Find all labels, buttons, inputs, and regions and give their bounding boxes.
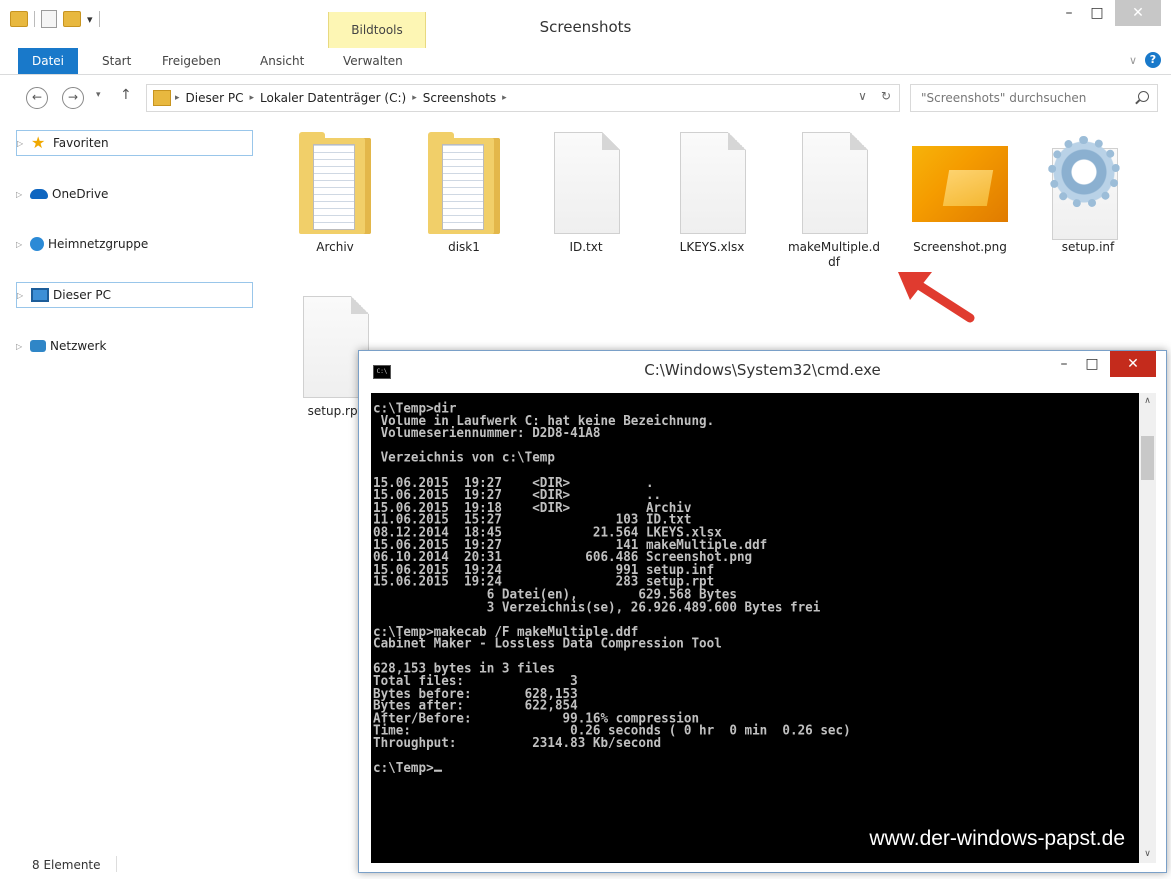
document-icon <box>554 132 620 234</box>
file-item[interactable]: Screenshot.png <box>912 124 1008 255</box>
network-icon <box>30 340 46 352</box>
address-bar[interactable]: ▸ Dieser PC ▸ Lokaler Datenträger (C:) ▸… <box>146 84 900 112</box>
window-controls: – □ ✕ <box>1055 0 1161 26</box>
maximize-button[interactable]: □ <box>1083 0 1111 26</box>
file-item[interactable]: LKEYS.xlsx <box>664 124 760 255</box>
sidebar-item-heimnetzgruppe[interactable]: ▷ Heimnetzgruppe <box>16 232 251 256</box>
ribbon-right: ∨ ? <box>1129 52 1161 68</box>
sidebar-item-favoriten[interactable]: ▷ ★ Favoriten <box>16 130 253 156</box>
settings-gear-icon <box>1048 136 1120 208</box>
file-name: setup.inf <box>1061 240 1115 254</box>
file-name: makeMultiple.ddf <box>787 240 881 269</box>
maximize-button[interactable]: □ <box>1078 351 1106 377</box>
minimize-button[interactable]: – <box>1050 351 1078 377</box>
cmd-window-controls: – □ ✕ <box>1050 351 1156 377</box>
red-arrow-annotation-icon <box>898 272 975 323</box>
file-item[interactable]: makeMultiple.ddf <box>786 124 882 270</box>
ribbon-tabs: Datei Start Freigeben Ansicht Verwalten … <box>0 48 1171 75</box>
breadcrumb-separator[interactable]: ▸ <box>412 85 417 111</box>
watermark-text: www.der-windows-papst.de <box>869 827 1125 850</box>
status-bar: 8 Elemente <box>32 856 117 872</box>
breadcrumb-screenshots[interactable]: Screenshots <box>423 85 496 111</box>
file-item[interactable]: disk1 <box>416 124 512 255</box>
recent-locations-icon[interactable]: ▾ <box>96 90 101 100</box>
scroll-thumb[interactable] <box>1141 436 1154 480</box>
close-button[interactable]: ✕ <box>1110 351 1156 377</box>
file-item[interactable]: ID.txt <box>538 124 634 255</box>
console-lines: c:\Temp>dir Volume in Laufwerk C: hat ke… <box>373 399 851 751</box>
breadcrumb-lokaler-datentraeger[interactable]: Lokaler Datenträger (C:) <box>260 85 406 111</box>
tab-datei[interactable]: Datei <box>18 48 78 74</box>
breadcrumb-separator[interactable]: ▸ <box>250 85 255 111</box>
expand-icon[interactable]: ▷ <box>16 240 26 249</box>
explorer-titlebar: ▾ Bildtools Screenshots – □ ✕ <box>0 0 1171 48</box>
file-name: Archiv <box>316 240 354 254</box>
forward-button[interactable]: → <box>62 87 84 109</box>
vertical-scrollbar[interactable]: ∧ ∨ <box>1139 393 1156 863</box>
search-placeholder: "Screenshots" durchsuchen <box>921 91 1087 105</box>
file-item[interactable]: setup.inf <box>1040 124 1136 255</box>
expand-ribbon-icon[interactable]: ∨ <box>1129 54 1137 67</box>
cmd-window-title: C:\Windows\System32\cmd.exe <box>644 361 881 379</box>
back-button[interactable]: ← <box>26 87 48 109</box>
tab-verwalten[interactable]: Verwalten <box>343 48 403 74</box>
expand-icon[interactable]: ▷ <box>16 190 26 199</box>
help-icon[interactable]: ? <box>1145 52 1161 68</box>
cmd-window: C:\ C:\Windows\System32\cmd.exe – □ ✕ c:… <box>358 350 1167 873</box>
document-icon <box>680 132 746 234</box>
address-dropdown-icon[interactable]: ∨ <box>858 89 867 103</box>
tab-start[interactable]: Start <box>102 48 131 74</box>
homegroup-icon <box>30 237 44 251</box>
breadcrumb: ▸ Dieser PC ▸ Lokaler Datenträger (C:) ▸… <box>175 85 507 111</box>
sidebar-item-label: Heimnetzgruppe <box>48 237 149 251</box>
window-title: Screenshots <box>539 18 632 36</box>
sidebar-item-label: OneDrive <box>52 187 109 201</box>
refresh-icon[interactable]: ↻ <box>881 89 891 103</box>
up-button[interactable]: ↑ <box>120 87 132 103</box>
sidebar-item-onedrive[interactable]: ▷ OneDrive <box>16 182 251 206</box>
sidebar-item-netzwerk[interactable]: ▷ Netzwerk <box>16 334 251 358</box>
console-output[interactable]: c:\Temp>dir Volume in Laufwerk C: hat ke… <box>371 393 1141 863</box>
scroll-up-icon[interactable]: ∧ <box>1139 393 1156 410</box>
close-button[interactable]: ✕ <box>1115 0 1161 26</box>
breadcrumb-separator[interactable]: ▸ <box>502 85 507 111</box>
file-name: Screenshot.png <box>913 240 1007 254</box>
folder-icon <box>299 132 371 234</box>
file-name: disk1 <box>448 240 480 254</box>
folder-icon <box>153 90 171 106</box>
star-icon: ★ <box>31 133 46 152</box>
image-thumbnail-icon <box>912 146 1008 222</box>
search-icon[interactable] <box>1138 91 1149 102</box>
tab-ansicht[interactable]: Ansicht <box>260 48 304 74</box>
sidebar-item-label: Dieser PC <box>53 288 111 302</box>
sidebar-item-label: Favoriten <box>53 136 109 150</box>
address-row: ← → ▾ ↑ ▸ Dieser PC ▸ Lokaler Datenträge… <box>0 77 1171 117</box>
document-icon <box>802 132 868 234</box>
breadcrumb-separator[interactable]: ▸ <box>175 85 180 111</box>
cloud-icon <box>30 189 48 199</box>
breadcrumb-dieser-pc[interactable]: Dieser PC <box>186 85 244 111</box>
folder-icon <box>428 132 500 234</box>
sidebar-item-dieser-pc[interactable]: ▷ Dieser PC <box>16 282 253 308</box>
cmd-titlebar: C:\ C:\Windows\System32\cmd.exe – □ ✕ <box>359 351 1166 391</box>
text-cursor <box>433 769 442 773</box>
navigation-pane: ▷ ★ Favoriten ▷ OneDrive ▷ Heimnetzgrupp… <box>0 122 258 854</box>
file-name: ID.txt <box>569 240 603 254</box>
tab-freigeben[interactable]: Freigeben <box>162 48 221 74</box>
expand-icon[interactable]: ▷ <box>17 291 27 300</box>
file-item[interactable]: Archiv <box>287 124 383 255</box>
console-prompt: c:\Temp> <box>373 759 434 776</box>
file-name: LKEYS.xlsx <box>679 240 745 254</box>
search-input[interactable]: "Screenshots" durchsuchen <box>910 84 1158 112</box>
sidebar-item-label: Netzwerk <box>50 339 107 353</box>
minimize-button[interactable]: – <box>1055 0 1083 26</box>
expand-icon[interactable]: ▷ <box>16 342 26 351</box>
console-text: c:\Temp>dir Volume in Laufwerk C: hat ke… <box>371 393 1141 774</box>
address-controls: ∨ ↻ <box>858 89 891 103</box>
computer-icon <box>31 288 49 302</box>
scroll-down-icon[interactable]: ∨ <box>1139 846 1156 863</box>
expand-icon[interactable]: ▷ <box>17 139 27 148</box>
